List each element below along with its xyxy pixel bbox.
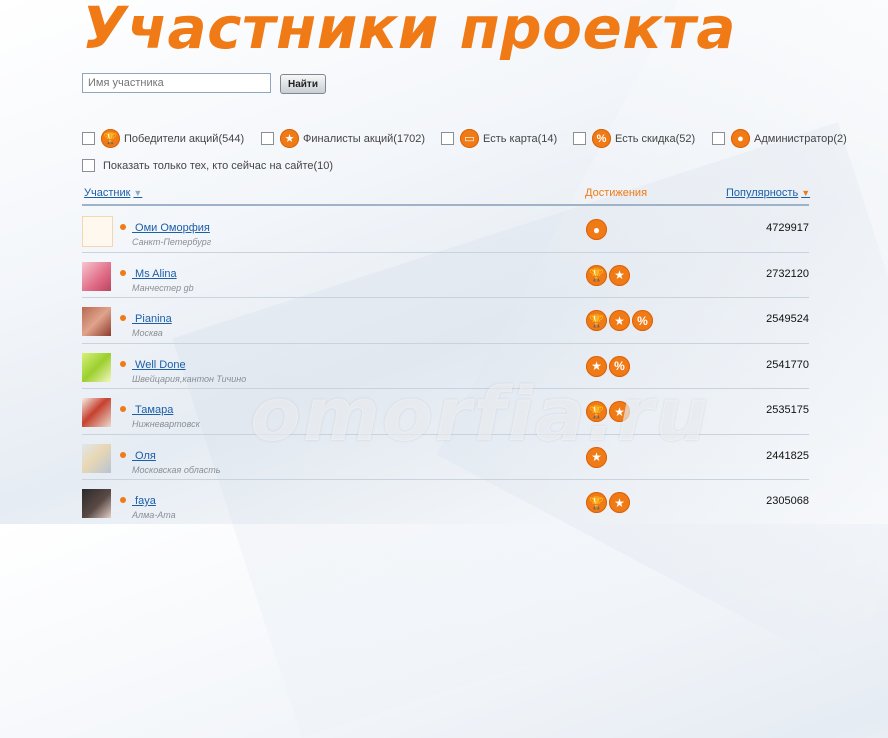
checkbox[interactable]	[573, 132, 586, 145]
status-dot-icon	[120, 406, 126, 412]
member-name-link[interactable]: Pianina	[132, 313, 172, 325]
achievement-badges: 🏆 ★	[586, 492, 632, 513]
sort-arrow-icon: ▼	[801, 188, 811, 198]
filter-label: Есть скидка(52)	[615, 132, 696, 145]
column-header-user[interactable]: Участник	[84, 187, 130, 199]
member-row: Well Done Швейцария,кантон Тичино ★% 254177…	[82, 344, 809, 389]
achievement-badges: 🏆 ★	[586, 401, 632, 422]
member-city: Санкт-Петербург	[132, 237, 212, 247]
avatar[interactable]	[82, 489, 111, 518]
member-row: Тамара Нижневартовск 🏆 ★ 2535175	[82, 389, 809, 435]
status-dot-icon	[120, 497, 126, 503]
filter-admin[interactable]: ● Администратор(2)	[712, 129, 847, 148]
filter-label: Администратор(2)	[754, 132, 847, 145]
status-dot-icon	[120, 224, 126, 230]
avatar[interactable]	[82, 261, 111, 291]
status-dot-icon	[120, 269, 126, 276]
filter-winners[interactable]: 🏆 Победители акций(544)	[82, 129, 244, 148]
star-badge-icon: ★	[609, 264, 630, 286]
star-badge-icon: ★	[586, 355, 607, 377]
trophy-badge-icon: 🏆	[586, 310, 607, 331]
filter-card[interactable]: ▭ Есть карта(14)	[441, 129, 557, 148]
status-dot-icon	[120, 360, 126, 367]
popularity-value: 2732120	[766, 267, 809, 280]
member-row: Оми Оморфия Санкт-Петербург ● 4729917	[82, 207, 809, 253]
status-dot-icon	[120, 451, 126, 458]
members-list: Оми Оморфия Санкт-Петербург ● 4729917 Ms Al…	[82, 207, 809, 525]
sort-by-user[interactable]: Участник ▼	[84, 187, 142, 199]
star-badge-icon: ★	[586, 446, 607, 468]
column-header-popularity[interactable]: Популярность	[726, 187, 798, 199]
popularity-value: 4729917	[766, 222, 809, 234]
member-name-link[interactable]: Ms Alina	[132, 268, 177, 280]
member-row: Оля Московская область ★ 2441825	[82, 435, 809, 480]
achievement-badges: ★	[586, 446, 609, 468]
avatar[interactable]	[82, 307, 111, 336]
star-badge-icon: ★	[609, 401, 630, 422]
filter-online[interactable]: Показать только тех, кто сейчас на сайте…	[82, 159, 333, 172]
trophy-icon: 🏆	[101, 129, 120, 148]
header-divider	[82, 204, 809, 206]
popularity-value: 2535175	[766, 404, 809, 416]
member-row: Ms Alina Манчестер gb 🏆 ★ 2732120	[82, 253, 809, 298]
avatar[interactable]	[82, 398, 111, 427]
page-title: Участники проекта	[82, 0, 736, 62]
member-name-link[interactable]: faya	[132, 495, 156, 507]
checkbox[interactable]	[441, 132, 454, 145]
filter-label: Победители акций(544)	[124, 132, 245, 145]
member-city: Манчестер gb	[132, 282, 194, 293]
avatar[interactable]	[82, 216, 113, 247]
member-row: Pianina Москва 🏆 ★% 2549524	[82, 298, 809, 344]
popularity-value: 2549524	[766, 313, 809, 325]
member-city: Москва	[132, 328, 163, 338]
popularity-value: 2441825	[766, 449, 809, 462]
checkbox[interactable]	[261, 132, 274, 145]
member-city: Алма-Ата	[132, 510, 176, 520]
member-city: Швейцария,кантон Тичино	[132, 373, 247, 384]
filter-label: Финалисты акций(1702)	[303, 132, 426, 145]
filter-label: Есть карта(14)	[483, 132, 558, 145]
member-name-link[interactable]: Оля	[132, 450, 156, 462]
checkbox[interactable]	[82, 159, 95, 172]
member-city: Московская область	[132, 464, 221, 475]
search-input[interactable]	[82, 73, 271, 93]
member-name-link[interactable]: Оми Оморфия	[132, 222, 210, 234]
filter-discount[interactable]: % Есть скидка(52)	[573, 129, 695, 148]
admin-badge-icon: ●	[586, 219, 607, 240]
member-name-link[interactable]: Well Done	[132, 359, 186, 371]
avatar[interactable]	[82, 352, 111, 382]
popularity-value: 2305068	[766, 495, 809, 507]
trophy-badge-icon: 🏆	[586, 492, 607, 513]
sort-arrow-icon: ▼	[133, 188, 143, 198]
achievement-badges: ★%	[586, 355, 632, 377]
star-badge-icon: ★	[609, 310, 630, 331]
checkbox[interactable]	[82, 132, 95, 145]
card-icon: ▭	[460, 129, 479, 148]
trophy-badge-icon: 🏆	[586, 401, 607, 422]
status-dot-icon	[120, 315, 126, 321]
achievement-badges: 🏆 ★	[586, 264, 632, 286]
admin-icon: ●	[731, 129, 750, 148]
member-city: Нижневартовск	[132, 419, 200, 429]
percent-icon: %	[592, 129, 611, 148]
achievement-badges: ●	[586, 219, 609, 240]
column-header-achievements: Достижения	[585, 187, 648, 199]
star-badge-icon: ★	[609, 492, 630, 513]
star-icon: ★	[280, 129, 299, 148]
popularity-value: 2541770	[766, 358, 809, 371]
sort-by-popularity[interactable]: Популярность ▼	[726, 187, 810, 199]
filter-label: Показать только тех, кто сейчас на сайте…	[103, 159, 334, 172]
member-name-link[interactable]: Тамара	[132, 404, 173, 416]
percent-badge-icon: %	[609, 355, 630, 377]
percent-badge-icon: %	[632, 310, 653, 331]
achievement-badges: 🏆 ★%	[586, 310, 655, 331]
checkbox[interactable]	[712, 132, 725, 145]
member-row: faya Алма-Ата 🏆 ★ 2305068	[82, 480, 809, 525]
filter-finalists[interactable]: ★ Финалисты акций(1702)	[261, 129, 425, 148]
avatar[interactable]	[82, 443, 111, 473]
search-button[interactable]: Найти	[280, 74, 326, 94]
trophy-badge-icon: 🏆	[586, 264, 607, 286]
